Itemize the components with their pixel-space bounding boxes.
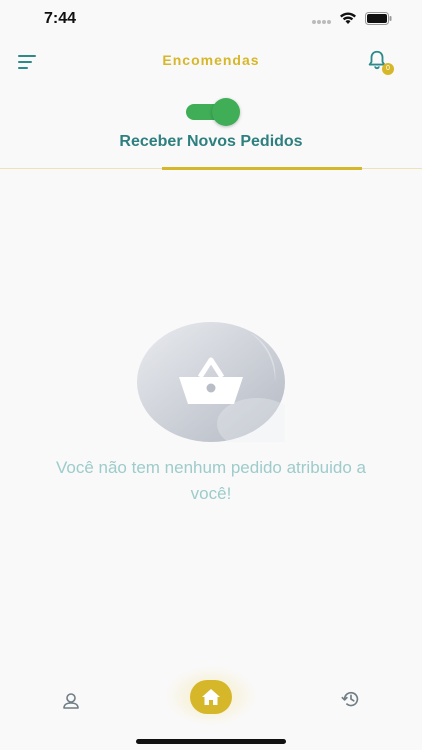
status-bar: 7:44 <box>0 0 422 40</box>
tab-receive-new-orders[interactable]: Receber Novos Pedidos <box>0 133 422 151</box>
home-icon <box>202 689 220 705</box>
tab-active-indicator <box>162 167 362 170</box>
battery-icon <box>365 12 392 30</box>
notification-badge: 0 <box>382 63 394 75</box>
status-time: 7:44 <box>44 10 77 27</box>
receive-orders-toggle[interactable] <box>186 98 240 126</box>
page-title: Encomendas <box>162 52 260 68</box>
notifications-button[interactable]: 0 <box>366 49 394 75</box>
toggle-knob <box>212 98 240 126</box>
history-icon <box>341 691 359 707</box>
signal-dots-icon <box>311 12 331 30</box>
bottom-navigation <box>0 666 422 750</box>
empty-state-illustration <box>137 322 297 450</box>
app-header: Encomendas 0 <box>0 44 422 80</box>
nav-profile-button[interactable] <box>60 690 82 712</box>
status-icons <box>311 12 392 30</box>
nav-home-button[interactable] <box>190 680 232 714</box>
user-icon <box>63 693 79 709</box>
empty-state-message: Você não tem nenhum pedido atribuido a v… <box>55 458 366 503</box>
wifi-icon <box>339 12 357 30</box>
nav-history-button[interactable] <box>340 688 364 712</box>
home-indicator <box>136 739 286 744</box>
